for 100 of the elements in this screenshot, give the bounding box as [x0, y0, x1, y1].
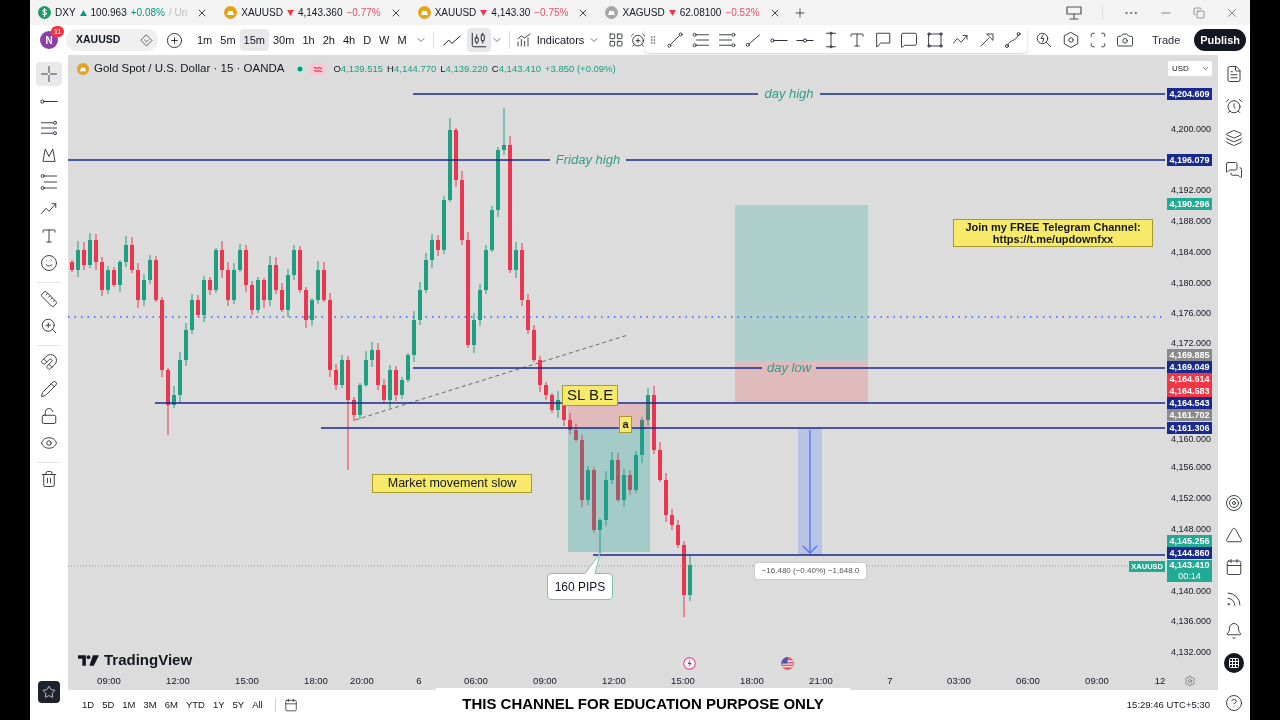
handle-lines-icon	[40, 173, 58, 191]
target-icon[interactable]	[1225, 494, 1243, 512]
tab-change: −0.75%	[534, 6, 569, 20]
time-tick-label: 12:00	[602, 676, 626, 686]
calendar-icon[interactable]	[1225, 558, 1243, 576]
tab-price: 4,143.360	[297, 6, 343, 20]
bell-icon[interactable]	[1225, 622, 1243, 640]
price-badge: 4,169.049	[1167, 361, 1212, 373]
monitor-icon[interactable]	[1066, 5, 1082, 20]
line-chart-icon	[442, 34, 461, 46]
interval-button[interactable]: 15m	[239, 29, 269, 51]
range-button[interactable]: 5D	[98, 695, 119, 715]
ohlc-value: 4,144.770	[394, 61, 437, 76]
price-badge: 4,143.410 00:14	[1167, 560, 1212, 582]
tab-symbol[interactable]: XAGUSD	[622, 5, 665, 20]
help-icon[interactable]	[1225, 694, 1243, 712]
chart-type-button[interactable]	[466, 28, 491, 52]
time-tick-label: 20:00	[350, 676, 374, 686]
ohlc-label: L	[440, 61, 446, 76]
triangle-icon[interactable]	[1225, 526, 1243, 544]
trend-line-icon[interactable]	[666, 31, 684, 49]
range-button[interactable]: 1D	[78, 695, 99, 715]
price-tick-label: 4,156.000	[1170, 463, 1211, 472]
alarm-clock-plus-icon[interactable]	[630, 32, 647, 48]
range-button[interactable]: YTD	[181, 695, 209, 715]
hexagon-icon[interactable]	[1061, 31, 1080, 49]
ray-icon[interactable]	[744, 31, 762, 49]
ruler-icon	[40, 290, 58, 308]
trash-icon	[40, 470, 58, 488]
tab-symbol[interactable]: XAUUSD	[241, 5, 283, 20]
speech-bubbles-icon[interactable]	[1225, 161, 1243, 179]
tab-price: 62.08100	[679, 6, 722, 20]
arrow-icon[interactable]	[978, 31, 996, 49]
signal-waves-icon[interactable]	[1225, 590, 1243, 608]
horizontal-ray-icon[interactable]	[770, 37, 788, 43]
star-icon	[42, 685, 56, 699]
ohlc-value: 4,143.410	[498, 61, 541, 76]
chart-title: Gold Spot / U.S. Dollar · 15 · OANDA	[94, 61, 285, 76]
apps-button[interactable]	[1224, 653, 1244, 673]
caret-icon	[1201, 64, 1210, 73]
range-button[interactable]: All	[248, 695, 267, 715]
time-tick-label: 06:00	[464, 676, 488, 686]
search-bolt-icon[interactable]	[1034, 31, 1053, 49]
bar-chart-icon	[515, 32, 532, 48]
range-button[interactable]: 1M	[118, 695, 140, 715]
interval-button[interactable]: 2h	[318, 29, 339, 51]
interval-button[interactable]: W	[375, 29, 394, 51]
ohlc-label: O	[333, 61, 341, 76]
smiley-icon	[40, 254, 58, 272]
ohlc-label: H	[387, 61, 394, 76]
camera-icon[interactable]	[1115, 31, 1134, 49]
fullscreen-icon[interactable]	[1088, 31, 1107, 49]
horizontal-line-icon[interactable]	[796, 37, 814, 43]
range-button[interactable]: 1Y	[208, 695, 229, 715]
interval-button[interactable]: M	[393, 29, 411, 51]
favorites-button[interactable]	[38, 681, 60, 703]
tab-symbol[interactable]: DXY	[55, 5, 76, 20]
symbol-search-field[interactable]: XAUUSD	[66, 29, 158, 51]
crosshair-icon	[40, 65, 58, 83]
time-tick-label: 12:00	[166, 676, 190, 686]
four-squares-icon[interactable]	[608, 32, 625, 48]
interval-button[interactable]: 1h	[298, 29, 319, 51]
price-badge: 4,145.256	[1167, 535, 1212, 547]
callout-bubble-icon[interactable]	[874, 31, 892, 49]
handle-lines-icon[interactable]	[718, 31, 736, 49]
note-label: SL B.E	[562, 385, 619, 406]
interval-button[interactable]: 30m	[268, 29, 299, 51]
price-badge: 4,190.296	[1167, 198, 1212, 210]
curve-icon[interactable]	[1004, 31, 1022, 49]
note-label: Join my FREE Telegram Channel: https://t.me/updownfxx	[953, 219, 1153, 247]
handle-lines-icon[interactable]	[692, 31, 710, 49]
price-tick-label: 4,140.000	[1170, 587, 1211, 596]
level-label: Friday high	[555, 151, 621, 170]
document-icon[interactable]	[1225, 65, 1243, 83]
tab-change: +0.08%	[130, 6, 165, 20]
publish-button[interactable]: Publish	[1194, 29, 1246, 51]
plus-circle-icon[interactable]	[166, 31, 183, 49]
interval-button[interactable]: 4h	[338, 29, 360, 51]
layers-icon[interactable]	[1225, 129, 1243, 147]
rectangle-icon[interactable]	[926, 31, 944, 49]
calendar-icon[interactable]	[283, 698, 298, 712]
range-button[interactable]: 6M	[160, 695, 182, 715]
interval-button[interactable]: 1m	[193, 29, 217, 51]
price-tick-label: 4,176.000	[1170, 309, 1211, 318]
speech-bubble-icon[interactable]	[900, 31, 918, 49]
time-tick-label: 6	[416, 676, 422, 686]
text-icon[interactable]	[848, 31, 866, 49]
time-tick-label: 09:00	[533, 676, 557, 686]
clock-text[interactable]: 15:29:46 UTC+5:30	[1126, 697, 1210, 713]
currency-select[interactable]: USD	[1168, 61, 1212, 76]
change-value: +3.850 (+0.09%)	[544, 61, 616, 76]
range-button[interactable]: 3M	[139, 695, 161, 715]
indicators-button[interactable]: Indicators	[515, 31, 585, 49]
tab-symbol[interactable]: XAUUSD	[434, 5, 477, 20]
interval-button[interactable]: D	[359, 29, 376, 51]
price-tick-label: 4,192.000	[1170, 186, 1211, 195]
range-button[interactable]: 5Y	[228, 695, 249, 715]
interval-button[interactable]: 5m	[216, 29, 240, 51]
text-icon	[40, 227, 58, 245]
alarm-clock-icon[interactable]	[1225, 97, 1243, 115]
